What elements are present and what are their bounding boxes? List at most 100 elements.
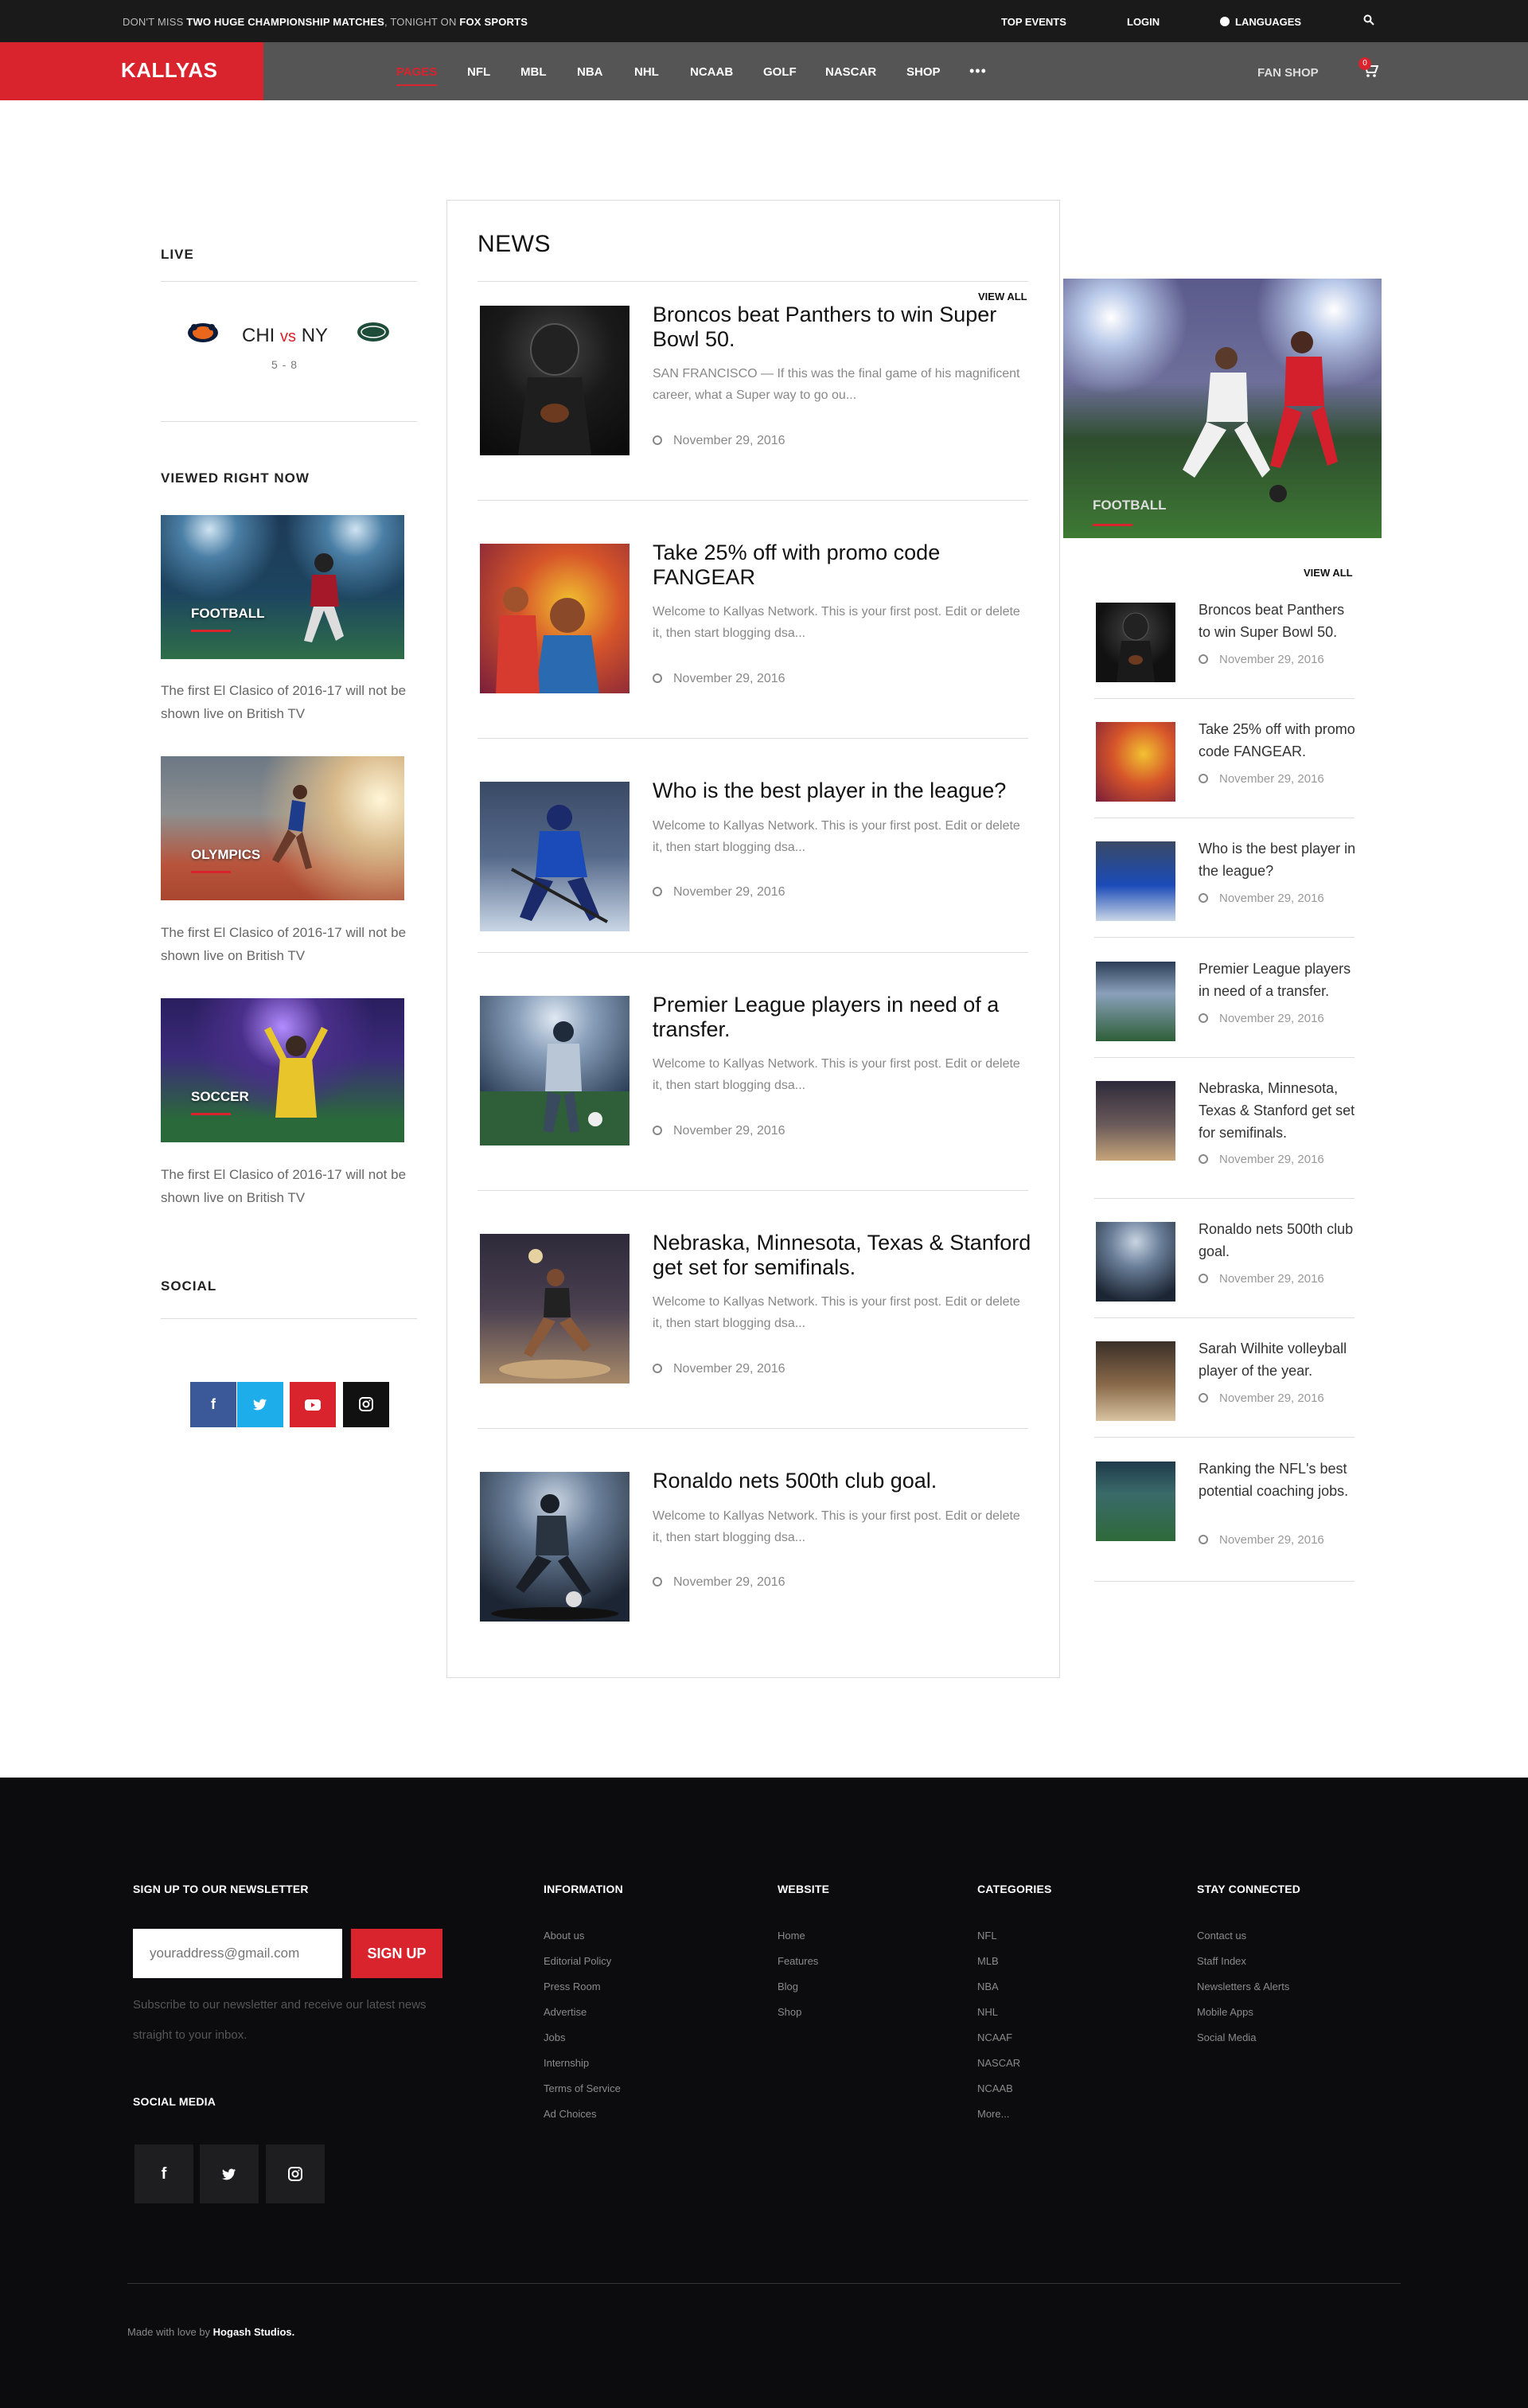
article-title[interactable]: Premier League players in need of a tran… — [653, 993, 1035, 1042]
facebook-icon[interactable]: f — [190, 1382, 236, 1427]
fan-shop-link[interactable]: FAN SHOP — [1257, 66, 1319, 80]
sidebar-item-title[interactable]: Take 25% off with promo code FANGEAR. — [1199, 718, 1358, 763]
sidebar-item-image[interactable] — [1096, 962, 1175, 1041]
sidebar-item-image[interactable] — [1096, 1462, 1175, 1541]
footer-link[interactable]: Features — [778, 1955, 818, 1967]
footer-link[interactable]: Staff Index — [1197, 1955, 1246, 1967]
article-title[interactable]: Broncos beat Panthers to win Super Bowl … — [653, 302, 1035, 352]
sidebar-item-title[interactable]: Broncos beat Panthers to win Super Bowl … — [1199, 599, 1358, 643]
footer-link[interactable]: Blog — [778, 1981, 798, 1992]
viewed-thumb-football[interactable]: FOOTBALL — [161, 515, 404, 659]
bears-logo-icon[interactable] — [185, 320, 220, 345]
article-excerpt: Welcome to Kallyas Network. This is your… — [653, 1295, 1020, 1330]
sidebar-item-image[interactable] — [1096, 841, 1175, 921]
footer-link[interactable]: Ad Choices — [544, 2108, 596, 2120]
article-title[interactable]: Take 25% off with promo code FANGEAR — [653, 541, 1035, 590]
footer-link[interactable]: NCAAF — [977, 2031, 1012, 2043]
sidebar-item-date: November 29, 2016 — [1199, 1272, 1324, 1286]
search-icon[interactable] — [1363, 14, 1374, 25]
nav-item-ncaab[interactable]: NCAAB — [690, 65, 733, 79]
footer-link[interactable]: Newsletters & Alerts — [1197, 1981, 1289, 1992]
article-date: November 29, 2016 — [653, 672, 785, 686]
sidebar-item-image[interactable] — [1096, 1341, 1175, 1421]
nav-more-menu[interactable]: ••• — [969, 63, 987, 80]
hockey-player-image — [511, 805, 608, 923]
footer-link[interactable]: NHL — [977, 2006, 998, 2018]
footer-link[interactable]: NCAAB — [977, 2082, 1013, 2094]
footer-link[interactable]: NBA — [977, 1981, 999, 1992]
article-image[interactable] — [480, 1472, 630, 1622]
nav-item-mbl[interactable]: MBL — [520, 65, 547, 79]
twitter-icon[interactable] — [237, 1382, 283, 1427]
footer-link[interactable]: About us — [544, 1930, 584, 1942]
clock-icon — [1199, 774, 1208, 783]
article-title[interactable]: Ronaldo nets 500th club goal. — [653, 1469, 1035, 1493]
news-view-all-link[interactable]: VIEW ALL — [978, 291, 1027, 302]
article-image[interactable] — [480, 544, 630, 693]
footer-instagram-icon[interactable] — [266, 2145, 325, 2203]
sidebar-item-title[interactable]: Nebraska, Minnesota, Texas & Stanford ge… — [1199, 1077, 1358, 1144]
credit-link[interactable]: Hogash Studios. — [213, 2326, 295, 2338]
footer-link[interactable]: Terms of Service — [544, 2082, 621, 2094]
nav-item-nascar[interactable]: NASCAR — [825, 65, 876, 79]
footer-link[interactable]: Home — [778, 1930, 805, 1942]
sidebar-item-title[interactable]: Sarah Wilhite volleyball player of the y… — [1199, 1337, 1358, 1382]
sidebar-item-title[interactable]: Who is the best player in the league? — [1199, 837, 1358, 882]
login-link[interactable]: LOGIN — [1127, 16, 1160, 28]
sidebar-item-image[interactable] — [1096, 1081, 1175, 1161]
footer-twitter-icon[interactable] — [200, 2145, 259, 2203]
viewed-caption[interactable]: The first El Clasico of 2016-17 will not… — [161, 679, 407, 725]
footer-facebook-icon[interactable]: f — [134, 2145, 193, 2203]
article-title[interactable]: Nebraska, Minnesota, Texas & Stanford ge… — [653, 1231, 1035, 1280]
top-events-link[interactable]: TOP EVENTS — [1001, 16, 1066, 28]
nav-item-pages[interactable]: PAGES — [396, 65, 438, 86]
viewed-caption[interactable]: The first El Clasico of 2016-17 will not… — [161, 921, 407, 967]
instagram-icon[interactable] — [343, 1382, 389, 1427]
article-image[interactable] — [480, 996, 630, 1145]
footer-link[interactable]: Press Room — [544, 1981, 601, 1992]
thumb-underline — [191, 1113, 231, 1115]
sidebar-item-title[interactable]: Ranking the NFL's best potential coachin… — [1199, 1458, 1358, 1502]
footer-link[interactable]: Internship — [544, 2057, 589, 2069]
nav-item-nfl[interactable]: NFL — [467, 65, 490, 79]
sidebar-item-title[interactable]: Ronaldo nets 500th club goal. — [1199, 1218, 1358, 1263]
footer-link[interactable]: More... — [977, 2108, 1009, 2120]
nav-item-shop[interactable]: SHOP — [906, 65, 941, 79]
footer-link[interactable]: NFL — [977, 1930, 997, 1942]
footer-link[interactable]: Jobs — [544, 2031, 565, 2043]
sidebar-item-title[interactable]: Premier League players in need of a tran… — [1199, 958, 1358, 1002]
feature-card[interactable]: FOOTBALL — [1063, 279, 1382, 538]
site-logo[interactable]: KALLYAS — [0, 42, 263, 100]
footer-link[interactable]: Mobile Apps — [1197, 2006, 1253, 2018]
nav-item-nhl[interactable]: NHL — [634, 65, 659, 79]
article-title[interactable]: Who is the best player in the league? — [653, 779, 1035, 803]
youtube-icon[interactable] — [290, 1382, 336, 1427]
footer-link[interactable]: Social Media — [1197, 2031, 1256, 2043]
sidebar-item-image[interactable] — [1096, 1222, 1175, 1302]
sidebar-item-image[interactable] — [1096, 722, 1175, 802]
viewed-thumb-soccer[interactable]: SOCCER — [161, 998, 404, 1142]
viewed-thumb-olympics[interactable]: OLYMPICS — [161, 756, 404, 900]
footer-link[interactable]: Contact us — [1197, 1930, 1246, 1942]
article-image[interactable] — [480, 782, 630, 931]
viewed-caption[interactable]: The first El Clasico of 2016-17 will not… — [161, 1163, 407, 1209]
article-image[interactable] — [480, 306, 630, 455]
article-image[interactable] — [480, 1234, 630, 1384]
jets-logo-icon[interactable] — [356, 321, 391, 343]
newsletter-signup-button[interactable]: SIGN UP — [351, 1929, 442, 1978]
footer-link[interactable]: Shop — [778, 2006, 801, 2018]
newsletter-email-input[interactable] — [133, 1929, 342, 1978]
thumb-label: OLYMPICS — [191, 847, 261, 862]
nav-item-golf[interactable]: GOLF — [763, 65, 797, 79]
sidebar-item-image[interactable] — [1096, 603, 1175, 682]
footer-link[interactable]: MLB — [977, 1955, 999, 1967]
live-matchup[interactable]: CHI vs NY — [242, 325, 328, 347]
footer-link[interactable]: Editorial Policy — [544, 1955, 611, 1967]
clock-icon — [1199, 1154, 1208, 1164]
footer-link[interactable]: Advertise — [544, 2006, 587, 2018]
nav-item-nba[interactable]: NBA — [577, 65, 603, 79]
sidebar-view-all-link[interactable]: VIEW ALL — [1304, 567, 1353, 579]
footer-link[interactable]: NASCAR — [977, 2057, 1020, 2069]
football-helmet-image — [1117, 612, 1155, 682]
languages-link[interactable]: LANGUAGES — [1220, 16, 1301, 28]
